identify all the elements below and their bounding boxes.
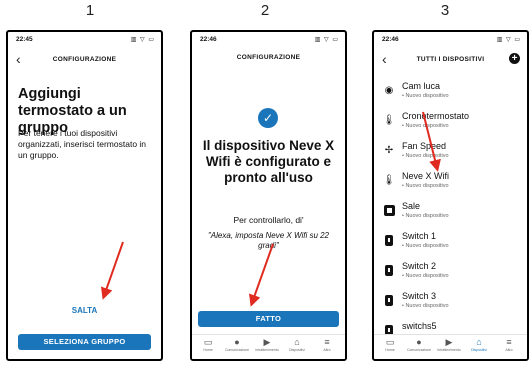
- tab-entertainment[interactable]: ▶ Intrattenimento: [253, 337, 281, 353]
- screen-1: 22:45 ▥ ▽ ▭ ‹ CONFIGURAZIONE Aggiungi te…: [6, 30, 163, 361]
- status-time: 22:46: [382, 36, 399, 43]
- play-icon: ▶: [445, 337, 453, 347]
- select-group-button[interactable]: SELEZIONA GRUPPO: [18, 334, 151, 350]
- home-icon: ▭: [203, 337, 213, 347]
- step-number-1: 1: [85, 2, 95, 19]
- tab-devices[interactable]: ⌂ Dispositivi: [465, 337, 493, 353]
- tab-home[interactable]: ▭ Home: [376, 337, 404, 353]
- list-item[interactable]: Switch 2 • Nuovo dispositivo: [380, 258, 523, 286]
- plug-icon: [382, 294, 396, 308]
- plug-icon: [382, 234, 396, 248]
- status-indicators: ▥ ▽ ▭: [496, 37, 521, 43]
- status-bar: 22:45 ▥ ▽ ▭: [14, 36, 155, 46]
- status-time: 22:45: [16, 36, 33, 43]
- status-bar: 22:46 ▥ ▽ ▭: [198, 36, 339, 46]
- list-item[interactable]: Switch 3 • Nuovo dispositivo: [380, 288, 523, 316]
- list-item[interactable]: 🌡 Cronotermostato • Nuovo dispositivo: [380, 108, 523, 136]
- chat-icon: ●: [234, 337, 240, 347]
- page-title: CONFIGURAZIONE: [52, 56, 117, 63]
- tab-more[interactable]: ≡ Altro: [495, 337, 523, 353]
- camera-icon: ◉: [384, 85, 394, 96]
- description: Per tenere i tuoi dispositivi organizzat…: [18, 128, 147, 160]
- nav-bar: CONFIGURAZIONE: [192, 50, 345, 70]
- list-item[interactable]: ✢ Fan Speed • Nuovo dispositivo: [380, 138, 523, 166]
- menu-icon: ≡: [324, 337, 330, 347]
- nav-bar: ‹ TUTTI I DISPOSITIVI +: [374, 50, 527, 70]
- fan-icon: ✢: [384, 145, 394, 156]
- list-item[interactable]: Sale • Nuovo dispositivo: [380, 198, 523, 226]
- menu-icon: ≡: [506, 337, 512, 347]
- tab-communication[interactable]: ● Comunicazione: [405, 337, 433, 353]
- home-icon: ▭: [385, 337, 395, 347]
- skip-link[interactable]: SALTA: [8, 306, 161, 315]
- status-indicators: ▥ ▽ ▭: [314, 37, 339, 43]
- play-icon: ▶: [263, 337, 271, 347]
- status-bar: 22:46 ▥ ▽ ▭: [380, 36, 521, 46]
- add-device-icon[interactable]: +: [509, 53, 520, 64]
- list-item[interactable]: ◉ Cam luca • Nuovo dispositivo: [380, 78, 523, 106]
- tab-entertainment[interactable]: ▶ Intrattenimento: [435, 337, 463, 353]
- tab-home[interactable]: ▭ Home: [194, 337, 222, 353]
- step-number-2: 2: [260, 2, 270, 19]
- screen-2: 22:46 ▥ ▽ ▭ CONFIGURAZIONE ✓ Il disposit…: [190, 30, 347, 361]
- plug-icon: [382, 264, 396, 278]
- tab-devices[interactable]: ⌂ Dispositivi: [283, 337, 311, 353]
- bottom-nav: ▭ Home ● Comunicazione ▶ Intrattenimento ⌂ D…: [192, 334, 345, 359]
- list-item[interactable]: Switch 1 • Nuovo dispositivo: [380, 228, 523, 256]
- home-devices-icon: ⌂: [294, 337, 300, 347]
- device-icon: [382, 204, 396, 218]
- chat-icon: ●: [416, 337, 422, 347]
- status-indicators: ▥ ▽ ▭: [130, 37, 155, 43]
- voice-command-example: "Alexa, imposta Neve X Wifi su 22 gradi": [207, 231, 330, 250]
- heading: Il dispositivo Neve X Wifi è configurato…: [202, 138, 335, 185]
- nav-bar: ‹ CONFIGURAZIONE: [8, 50, 161, 70]
- home-devices-icon: ⌂: [476, 337, 482, 347]
- page-title: TUTTI I DISPOSITIVI: [416, 56, 485, 63]
- thermometer-icon: 🌡: [382, 115, 396, 126]
- control-text: Per controllarlo, di': [233, 215, 304, 225]
- checkmark-icon: ✓: [258, 108, 278, 128]
- thermometer-icon: 🌡: [382, 175, 396, 186]
- bottom-nav: ▭ Home ● Comunicazione ▶ Intrattenimento ⌂ D…: [374, 334, 527, 359]
- list-item[interactable]: 🌡 Neve X Wifi • Nuovo dispositivo: [380, 168, 523, 196]
- tab-more[interactable]: ≡ Altro: [313, 337, 341, 353]
- page-title: CONFIGURAZIONE: [236, 54, 301, 61]
- step-number-3: 3: [440, 2, 450, 19]
- screen-3: 22:46 ▥ ▽ ▭ ‹ TUTTI I DISPOSITIVI + ◉ Ca…: [372, 30, 529, 361]
- tab-communication[interactable]: ● Comunicazione: [223, 337, 251, 353]
- done-button[interactable]: FATTO: [198, 311, 339, 327]
- status-time: 22:46: [200, 36, 217, 43]
